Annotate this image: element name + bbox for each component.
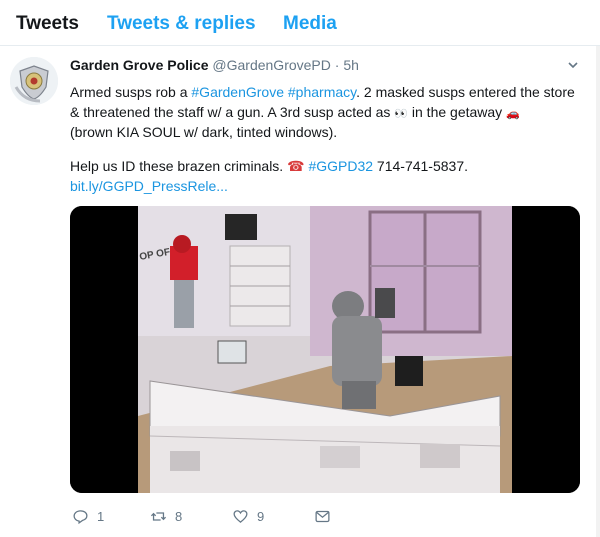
- tweet-media-video[interactable]: OP OFF: [70, 206, 580, 493]
- timestamp[interactable]: 5h: [343, 57, 359, 73]
- retweet-count: 8: [175, 509, 183, 524]
- retweet-icon: [150, 512, 167, 521]
- like-button[interactable]: 9: [232, 508, 264, 525]
- text-segment: . 2 masked susps entered the store: [356, 84, 575, 100]
- phone-emoji: ☎: [287, 158, 305, 174]
- reply-icon: [73, 510, 88, 525]
- heart-icon: [233, 510, 248, 523]
- retweet-button[interactable]: 8: [150, 508, 182, 525]
- text-segment: in the getaway: [408, 104, 507, 120]
- tweet-text-line-3: (brown KIA SOUL w/ dark, tinted windows)…: [70, 124, 338, 140]
- reply-button[interactable]: 1: [72, 508, 104, 525]
- avatar[interactable]: [10, 57, 58, 105]
- tweet-text-line-5: bit.ly/GGPD_PressRele...: [70, 176, 570, 196]
- hashtag-ggpd32[interactable]: #GGPD32: [308, 158, 373, 174]
- hashtag-pharmacy[interactable]: #pharmacy: [288, 84, 356, 100]
- like-count: 9: [257, 509, 265, 524]
- tab-tweets[interactable]: Tweets: [16, 13, 79, 35]
- tweet-text-line-2: & threatened the staff w/ a gun. A 3rd s…: [70, 102, 570, 124]
- envelope-icon: [315, 510, 330, 523]
- tweet-text-line-4: Help us ID these brazen criminals. ☎ #GG…: [70, 156, 570, 176]
- text-segment: & threatened the staff w/ a gun. A 3rd s…: [70, 104, 395, 120]
- direct-message-button[interactable]: [314, 508, 339, 525]
- tab-media[interactable]: Media: [283, 13, 337, 35]
- author-handle[interactable]: @GardenGrovePD: [212, 57, 330, 73]
- chevron-down-icon[interactable]: [566, 58, 580, 72]
- hashtag-gardengrove[interactable]: #GardenGrove: [191, 84, 284, 100]
- text-segment: 714-741-5837.: [373, 158, 468, 174]
- scrollbar[interactable]: [596, 46, 600, 537]
- tweet-actions: 1 8 9: [70, 508, 370, 530]
- surveillance-image: OP OFF: [70, 206, 580, 493]
- tab-tweets-replies[interactable]: Tweets & replies: [107, 13, 256, 35]
- police-badge-icon: [10, 57, 58, 105]
- author-name[interactable]: Garden Grove Police: [70, 57, 209, 73]
- press-release-link[interactable]: bit.ly/GGPD_PressRele...: [70, 178, 228, 194]
- text-segment: Help us ID these brazen criminals.: [70, 158, 288, 174]
- reply-count: 1: [97, 509, 105, 524]
- eyes-emoji: 👀: [394, 108, 408, 120]
- profile-tabs: Tweets Tweets & replies Media: [0, 0, 600, 46]
- car-emoji: 🚗: [506, 108, 520, 120]
- tweet-header: Garden Grove Police @GardenGrovePD · 5h: [70, 57, 359, 73]
- tweet-text-line-1: Armed susps rob a #GardenGrove #pharmacy…: [70, 82, 575, 102]
- text-segment: Armed susps rob a: [70, 84, 192, 100]
- separator: ·: [334, 57, 340, 73]
